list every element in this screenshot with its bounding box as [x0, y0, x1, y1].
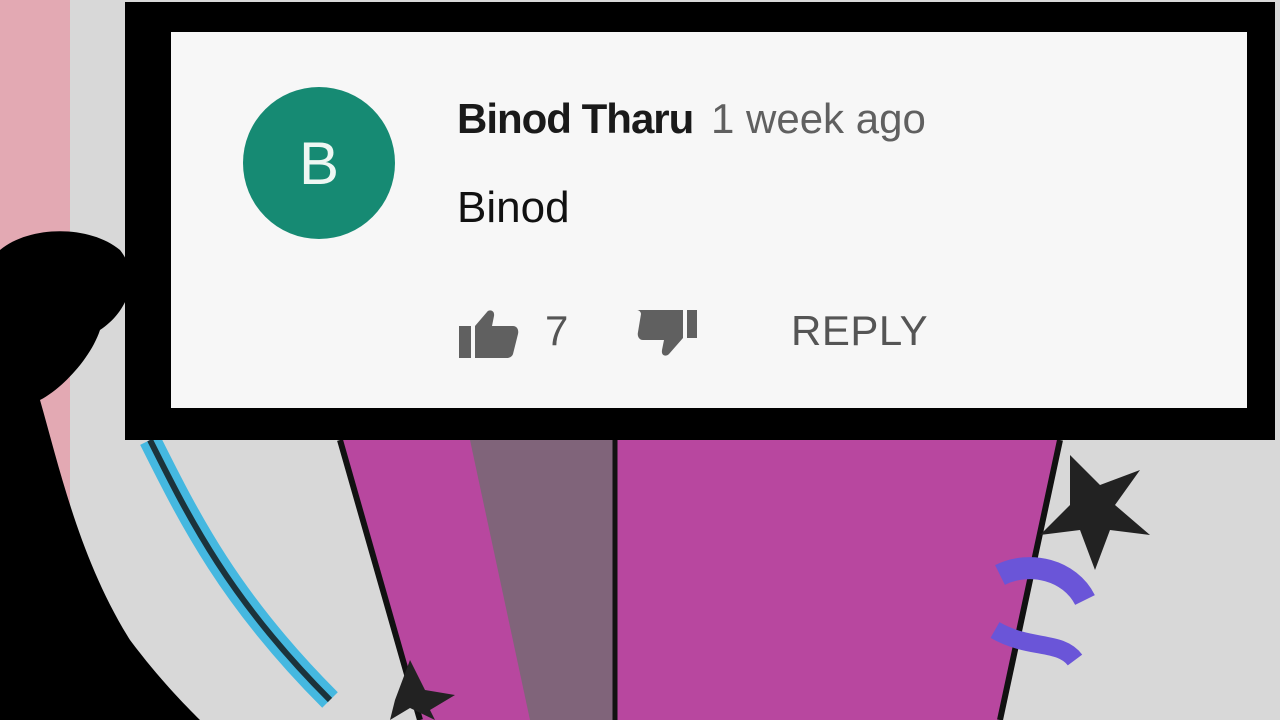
author-name[interactable]: Binod Tharu: [457, 95, 694, 142]
comment-card: B Binod Tharu 1 week ago Binod 7 REPLY: [171, 32, 1247, 408]
comment-frame: B Binod Tharu 1 week ago Binod 7 REPLY: [125, 2, 1275, 440]
dislike-button[interactable]: [635, 304, 699, 360]
like-button[interactable]: [457, 304, 521, 360]
comment-timestamp[interactable]: 1 week ago: [711, 95, 926, 142]
comment-header: Binod Tharu 1 week ago: [457, 94, 926, 144]
comment-text: Binod: [457, 183, 570, 232]
avatar[interactable]: B: [243, 87, 395, 239]
like-count: 7: [545, 307, 569, 354]
thumbs-up-icon: [459, 310, 519, 358]
reply-button[interactable]: REPLY: [791, 306, 928, 356]
thumbs-down-icon: [637, 310, 697, 356]
avatar-letter: B: [298, 129, 340, 197]
